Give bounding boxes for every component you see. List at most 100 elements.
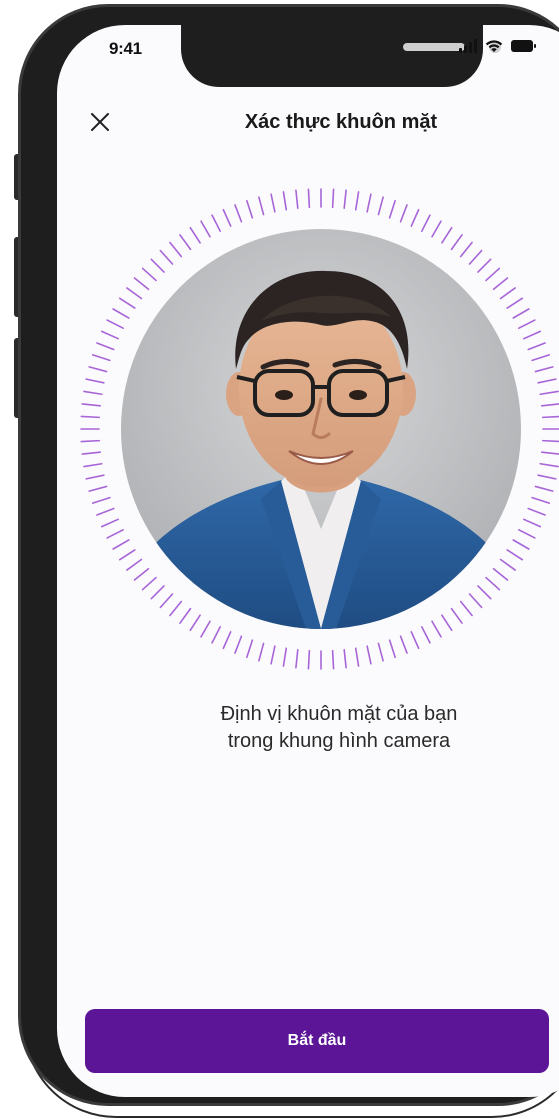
- ring-tick: [234, 204, 243, 223]
- ring-tick: [399, 635, 408, 654]
- ring-tick: [81, 403, 102, 407]
- ring-tick: [222, 631, 232, 650]
- face-photo-image: [121, 229, 521, 629]
- ring-tick: [80, 415, 101, 419]
- ring-tick: [270, 645, 276, 665]
- ring-tick: [100, 518, 119, 528]
- ring-tick: [331, 188, 335, 209]
- ring-tick: [537, 474, 557, 480]
- ring-tick: [331, 649, 335, 670]
- ring-tick: [159, 593, 174, 609]
- wifi-icon: [485, 39, 503, 53]
- ring-tick: [179, 607, 192, 624]
- ring-tick: [512, 539, 530, 550]
- ring-tick: [523, 330, 542, 340]
- ring-tick: [126, 287, 143, 300]
- ring-tick: [258, 196, 265, 216]
- ring-tick: [420, 626, 431, 644]
- ring-tick: [539, 462, 559, 468]
- ring-tick: [106, 319, 124, 330]
- ring-tick: [91, 354, 111, 362]
- ring-tick: [270, 193, 276, 213]
- ring-tick: [539, 390, 559, 396]
- ring-tick: [527, 507, 546, 516]
- ring-tick: [200, 220, 211, 238]
- ring-tick: [459, 241, 473, 258]
- ring-tick: [512, 308, 530, 319]
- ring-tick: [282, 191, 288, 211]
- ring-tick: [492, 567, 509, 581]
- ring-tick: [234, 635, 243, 654]
- ring-tick: [523, 518, 542, 528]
- ring-tick: [211, 626, 222, 644]
- ring-tick: [477, 258, 492, 273]
- ring-tick: [189, 614, 201, 632]
- ring-tick: [189, 226, 201, 244]
- ring-tick: [354, 191, 360, 211]
- ring-tick: [450, 234, 463, 251]
- ring-tick: [81, 451, 102, 455]
- ring-tick: [410, 631, 420, 650]
- ring-tick: [420, 214, 431, 232]
- ring-tick: [343, 189, 347, 210]
- battery-icon: [511, 39, 537, 53]
- ring-tick: [141, 576, 157, 591]
- ring-tick: [106, 528, 124, 539]
- ring-tick: [112, 308, 130, 319]
- phone-frame: 9:41 Xác thực khuôn mặt Định vị khuôn mặ…: [18, 4, 559, 1106]
- page-title: Xác thực khuôn mặt: [244, 111, 438, 133]
- ring-tick: [506, 297, 524, 309]
- ring-tick: [85, 474, 105, 480]
- ring-tick: [307, 188, 311, 209]
- ring-tick: [450, 607, 463, 624]
- ring-tick: [88, 366, 108, 373]
- instruction-line-2: trong khung hình camera: [227, 730, 451, 752]
- status-time: 9:41: [109, 39, 142, 58]
- ring-tick: [506, 549, 524, 561]
- ring-tick: [282, 647, 288, 667]
- ring-tick: [96, 342, 115, 351]
- phone-screen: 9:41 Xác thực khuôn mặt Định vị khuôn mặ…: [57, 25, 559, 1097]
- ring-tick: [431, 220, 442, 238]
- ring-tick: [366, 193, 372, 213]
- ring-tick: [100, 330, 119, 340]
- ring-tick: [307, 649, 311, 670]
- camera-preview: [121, 229, 521, 629]
- ring-tick: [477, 585, 492, 600]
- ring-tick: [354, 647, 360, 667]
- ring-tick: [126, 558, 143, 571]
- ring-tick: [441, 614, 453, 632]
- ring-tick: [441, 226, 453, 244]
- ring-tick: [492, 277, 509, 291]
- ring-tick: [133, 277, 150, 291]
- ring-tick: [246, 199, 254, 219]
- ring-tick: [534, 366, 554, 373]
- ring-tick: [118, 297, 136, 309]
- ring-tick: [96, 507, 115, 516]
- ring-tick: [91, 496, 111, 504]
- ring-tick: [83, 462, 103, 468]
- ring-tick: [118, 549, 136, 561]
- ring-tick: [499, 287, 516, 300]
- ring-tick: [485, 267, 501, 282]
- ring-tick: [485, 576, 501, 591]
- ring-tick: [388, 639, 396, 659]
- ring-tick: [343, 648, 347, 669]
- ring-tick: [150, 585, 165, 600]
- ring-tick: [85, 378, 105, 384]
- ring-tick: [518, 528, 536, 539]
- ring-tick: [499, 558, 516, 571]
- ring-tick: [527, 342, 546, 351]
- ring-tick: [88, 485, 108, 492]
- start-button[interactable]: Bắt đầu: [85, 1009, 549, 1073]
- ring-tick: [169, 600, 183, 617]
- ring-tick: [200, 620, 211, 638]
- ring-tick: [534, 485, 554, 492]
- ring-tick: [112, 539, 130, 550]
- signal-icon: [459, 39, 477, 53]
- ring-tick: [295, 648, 299, 669]
- ring-tick: [540, 451, 559, 455]
- speaker-grille: [403, 43, 465, 51]
- ring-tick: [179, 234, 192, 251]
- ring-tick: [537, 378, 557, 384]
